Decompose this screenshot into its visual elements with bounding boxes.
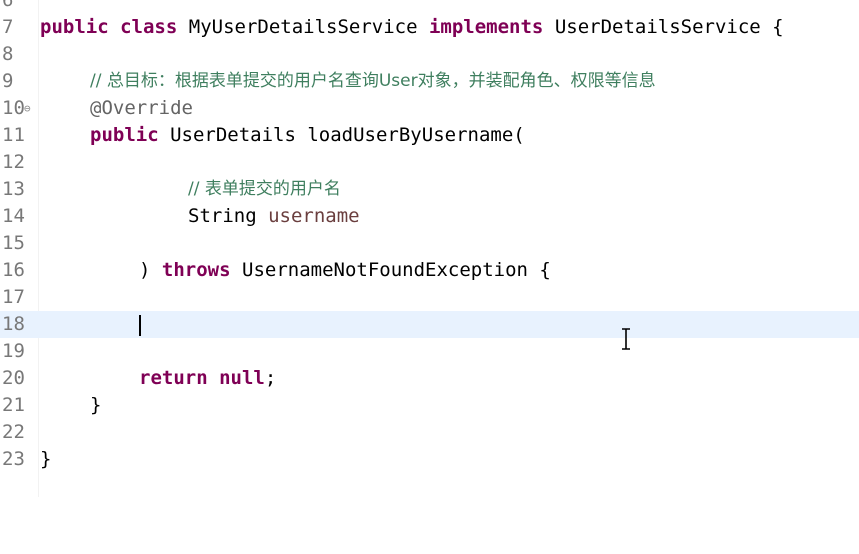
code-line[interactable]: 15 [0,230,859,257]
code-line[interactable]: 7 public class MyUserDetailsService impl… [0,14,859,41]
return-statement: return null; [139,365,276,392]
line-number: 21 [2,394,25,416]
line-number: 9 [2,70,14,92]
keyword: public [40,16,109,38]
class-name: MyUserDetailsService [188,16,418,38]
code-line[interactable]: 14 String username [0,203,859,230]
interface-name: UserDetailsService { [554,16,784,38]
line-number: 17 [2,286,25,308]
code-line[interactable]: 23 } [0,446,859,473]
line-number: 10 [2,97,25,119]
throws-clause: ) throws UsernameNotFoundException { [139,257,551,284]
code-line[interactable]: 8 [0,41,859,68]
closing-brace: } [40,448,52,470]
code-line[interactable]: 17 [0,284,859,311]
keyword: throws [161,259,231,281]
code-line[interactable]: 20 return null; [0,365,859,392]
line-number: 11 [2,124,25,146]
fold-toggle-icon[interactable]: ⊖ [24,95,31,122]
code-line[interactable]: 21 } [0,392,859,419]
code-line[interactable]: 11 public UserDetails loadUserByUsername… [0,122,859,149]
line-number: 23 [2,448,25,470]
keyword: implements [428,16,544,38]
annotation: @Override [90,97,193,119]
line-number: 15 [2,232,25,254]
exception-name: UsernameNotFoundException { [242,259,551,281]
code-line[interactable]: 9 // 总目标：根据表单提交的用户名查询User对象，并装配角色、权限等信息 [0,68,859,95]
line-number: 13 [2,178,25,200]
code-line[interactable]: 13 // 表单提交的用户名 [0,176,859,203]
code-editor[interactable]: 6 7 public class MyUserDetailsService im… [0,0,859,497]
line-number: 6 [2,0,14,11]
parameter-name: username [268,205,360,227]
ibeam-cursor-icon [622,328,630,350]
paren: ) [139,259,151,281]
semicolon: ; [264,367,277,389]
method-declaration: UserDetails loadUserByUsername( [170,124,525,146]
line-number: 20 [2,367,25,389]
code-line[interactable]: 19 [0,338,859,365]
code-line[interactable]: 12 [0,149,859,176]
line-number: 22 [2,421,25,443]
line-number: 14 [2,205,25,227]
closing-brace: } [90,394,102,416]
keyword: null [219,367,265,389]
class-declaration: public class MyUserDetailsService implem… [40,14,784,41]
code-line[interactable]: 10 ⊖ @Override [0,95,859,122]
code-line[interactable]: 22 [0,419,859,446]
line-number: 8 [2,43,14,65]
parameter: String username [188,203,360,230]
line-number: 19 [2,340,25,362]
line-number: 12 [2,151,25,173]
comment: // 总目标：根据表单提交的用户名查询User对象，并装配角色、权限等信息 [90,71,656,91]
line-number: 18 [2,313,25,335]
type-name: String [188,205,257,227]
code-line[interactable]: 16 ) throws UsernameNotFoundException { [0,257,859,284]
comment: // 表单提交的用户名 [188,179,341,199]
code-line[interactable]: 6 [0,0,859,14]
keyword: public [90,124,159,146]
line-number: 16 [2,259,25,281]
method-signature: public UserDetails loadUserByUsername( [90,122,525,149]
keyword: return [139,367,208,389]
line-number: 7 [2,16,14,38]
keyword: class [120,16,178,38]
text-caret [139,315,141,336]
current-line[interactable]: 18 [0,311,859,338]
